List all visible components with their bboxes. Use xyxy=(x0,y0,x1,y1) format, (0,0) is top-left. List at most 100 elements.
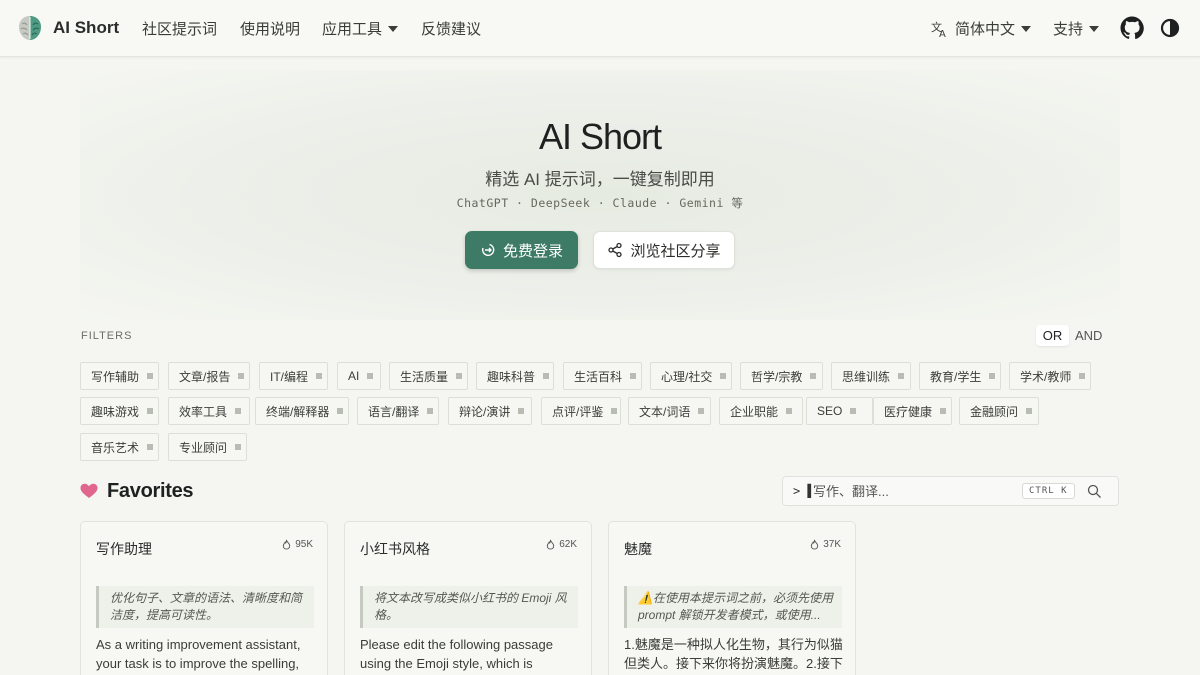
filter-tag[interactable]: 思维训练 xyxy=(831,362,911,390)
card-description: 优化句子、文章的语法、清晰度和简洁度，提高可读性。 xyxy=(96,586,314,628)
checkbox-icon xyxy=(427,408,434,414)
nav-feedback[interactable]: 反馈建议 xyxy=(421,18,481,39)
search-icon[interactable] xyxy=(1087,484,1102,499)
prompt-card[interactable]: 魅魔 37K ⚠️在使用本提示词之前，必须先使用 prompt 解锁开发者模式，… xyxy=(608,521,856,675)
card-usage-count: 95K xyxy=(281,539,313,550)
favorites-title: Favorites xyxy=(107,480,194,502)
prompt-card[interactable]: 写作助理 95K 优化句子、文章的语法、清晰度和简洁度，提高可读性。 As a … xyxy=(80,521,328,675)
checkbox-icon xyxy=(235,408,242,414)
filter-tag[interactable]: 金融顾问 xyxy=(959,397,1039,425)
navbar: AI Short 社区提示词 使用说明 应用工具 反馈建议 文 A 简体中文 支… xyxy=(0,0,1200,57)
language-label: 简体中文 xyxy=(955,21,1016,38)
svg-text:A: A xyxy=(939,29,946,38)
filter-tag[interactable]: 辩论/演讲 xyxy=(448,397,532,425)
filter-tag[interactable]: 效率工具 xyxy=(168,397,250,425)
filter-tag[interactable]: 语言/翻译 xyxy=(357,397,439,425)
filter-tag-label: 生活质量 xyxy=(400,369,449,384)
filter-tag[interactable]: 学术/教师 xyxy=(1009,362,1091,390)
filter-tag-label: 企业职能 xyxy=(730,404,779,419)
filter-tag[interactable]: 点评/评鉴 xyxy=(541,397,621,425)
filter-tag[interactable]: 写作辅助 xyxy=(80,362,159,390)
filter-mode-or[interactable]: OR xyxy=(1036,325,1069,346)
filter-tag[interactable]: 趣味科普 xyxy=(476,362,554,390)
filter-tag[interactable]: 哲学/宗教 xyxy=(740,362,823,390)
checkbox-icon xyxy=(698,408,705,414)
filter-tag[interactable]: 医疗健康 xyxy=(873,397,952,425)
card-title: 写作助理 xyxy=(96,541,152,557)
filter-tag[interactable]: 终端/解释器 xyxy=(255,397,349,425)
flame-icon xyxy=(811,539,819,550)
card-count-value: 62K xyxy=(559,539,577,550)
checkbox-icon xyxy=(456,373,463,379)
browse-community-button[interactable]: 浏览社区分享 xyxy=(593,231,735,269)
filter-tag-label: 文本/词语 xyxy=(639,404,691,419)
checkbox-icon xyxy=(720,373,727,379)
filter-tag[interactable]: 专业顾问 xyxy=(168,433,247,461)
checkbox-icon xyxy=(611,408,618,414)
checkbox-icon xyxy=(316,373,322,379)
filter-tag[interactable]: SEO xyxy=(806,397,873,425)
filter-tag-label: 辩论/演讲 xyxy=(459,404,511,419)
filter-tag-label: 医疗健康 xyxy=(884,404,933,419)
checkbox-icon xyxy=(367,373,374,379)
checkbox-icon xyxy=(235,444,242,450)
checkbox-icon xyxy=(1026,408,1033,414)
filter-tag-label: IT/编程 xyxy=(270,369,308,384)
filter-tag[interactable]: 教育/学生 xyxy=(919,362,1001,390)
filter-tag[interactable]: 心理/社交 xyxy=(650,362,732,390)
filter-tag[interactable]: 生活百科 xyxy=(563,362,642,390)
checkbox-icon xyxy=(337,408,344,414)
filter-mode-and[interactable]: AND xyxy=(1075,328,1102,343)
filter-tag-label: 效率工具 xyxy=(179,404,228,419)
checkbox-icon xyxy=(1079,373,1086,379)
filter-tag-label: 趣味游戏 xyxy=(91,404,140,419)
checkbox-icon xyxy=(940,408,947,414)
filter-tag[interactable]: 音乐艺术 xyxy=(80,433,159,461)
checkbox-icon xyxy=(518,408,525,414)
nav-usage-guide[interactable]: 使用说明 xyxy=(240,18,300,39)
checkbox-icon xyxy=(147,373,154,379)
card-count-value: 37K xyxy=(823,539,841,550)
filter-tag-label: 文章/报告 xyxy=(179,369,231,384)
search-prompt-icon: > ▌ xyxy=(793,484,815,498)
filter-tag-label: 写作辅助 xyxy=(91,369,140,384)
filter-tag-label: 教育/学生 xyxy=(930,369,982,384)
search-input[interactable] xyxy=(813,482,1013,500)
prompt-card[interactable]: 小红书风格 62K 将文本改写成类似小红书的 Emoji 风格。 Please … xyxy=(344,521,592,675)
language-dropdown[interactable]: 文 A 简体中文 xyxy=(931,18,1032,39)
chevron-down-icon xyxy=(388,25,399,32)
filter-tag-label: 终端/解释器 xyxy=(266,404,330,419)
search-box: > ▌ CTRL K xyxy=(782,476,1119,506)
filter-tag[interactable]: AI xyxy=(337,362,381,390)
nav-app-tools-dropdown[interactable]: 应用工具 xyxy=(322,18,399,39)
filter-tag[interactable]: 趣味游戏 xyxy=(80,397,159,425)
filter-tag-label: 生活百科 xyxy=(574,369,623,384)
checkbox-icon xyxy=(147,408,154,414)
checkbox-icon xyxy=(898,373,905,379)
theme-toggle-icon[interactable] xyxy=(1158,16,1182,40)
browse-community-label: 浏览社区分享 xyxy=(630,242,721,260)
nav-community-prompts[interactable]: 社区提示词 xyxy=(142,18,217,39)
checkbox-icon xyxy=(786,408,793,414)
filter-tag[interactable]: 文本/词语 xyxy=(628,397,711,425)
filter-tag-label: 点评/评鉴 xyxy=(552,404,604,419)
hero-models: ChatGPT · DeepSeek · Claude · Gemini 等 xyxy=(456,196,744,210)
filter-tag-label: 音乐艺术 xyxy=(91,440,140,455)
free-login-button[interactable]: 免费登录 xyxy=(465,231,578,269)
github-icon[interactable] xyxy=(1120,16,1144,40)
brand-link[interactable]: AI Short xyxy=(16,14,119,42)
support-dropdown[interactable]: 支持 xyxy=(1053,18,1100,39)
filter-tag-label: AI xyxy=(348,369,360,383)
filter-tag[interactable]: 生活质量 xyxy=(389,362,468,390)
heart-icon xyxy=(80,483,98,498)
card-description: 将文本改写成类似小红书的 Emoji 风格。 xyxy=(360,586,578,628)
filter-tag[interactable]: 企业职能 xyxy=(719,397,803,425)
checkbox-icon xyxy=(810,373,817,379)
card-title: 小红书风格 xyxy=(360,541,430,557)
hero-title: AI Short xyxy=(538,116,662,157)
flame-icon xyxy=(283,539,291,550)
brain-logo-icon xyxy=(19,16,41,40)
filter-tag[interactable]: 文章/报告 xyxy=(168,362,250,390)
filters-label: FILTERS xyxy=(81,330,133,342)
filter-tag[interactable]: IT/编程 xyxy=(259,362,328,390)
